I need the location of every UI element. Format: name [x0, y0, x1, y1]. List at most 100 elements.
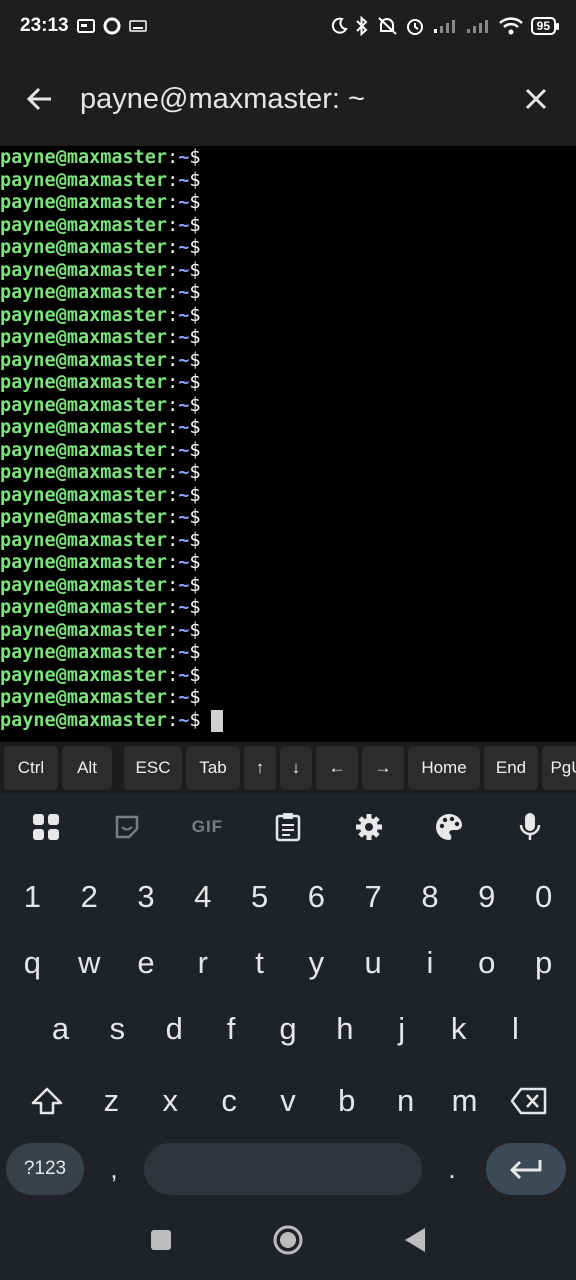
terminal-line: payne@maxmaster:~$: [0, 350, 576, 373]
key-u[interactable]: u: [349, 945, 397, 981]
extra-key-esc[interactable]: ESC: [124, 746, 182, 790]
backspace-icon: [510, 1087, 547, 1115]
key-i[interactable]: i: [406, 945, 454, 981]
prompt-dollar: $: [189, 282, 201, 303]
apps-grid-icon: [33, 814, 60, 840]
back-nav-button[interactable]: [404, 1227, 426, 1258]
key-f[interactable]: f: [207, 1011, 255, 1047]
settings-button[interactable]: [341, 812, 397, 842]
key-w[interactable]: w: [65, 945, 113, 981]
backspace-key[interactable]: [494, 1087, 564, 1115]
key-l[interactable]: l: [491, 1011, 539, 1047]
comma-key[interactable]: ,: [84, 1154, 144, 1185]
enter-icon: [510, 1160, 542, 1180]
battery-indicator: 95: [530, 17, 560, 35]
key-n[interactable]: n: [382, 1083, 430, 1119]
key-t[interactable]: t: [236, 945, 284, 981]
prompt-dollar: $: [189, 687, 201, 708]
keyboard-row-middle: asdfghjkl: [0, 992, 576, 1066]
prompt-path: ~: [178, 147, 190, 168]
theme-button[interactable]: [421, 812, 477, 842]
key-d[interactable]: d: [150, 1011, 198, 1047]
period-key[interactable]: .: [422, 1154, 482, 1185]
key-k[interactable]: k: [435, 1011, 483, 1047]
extra-key-pgu[interactable]: PgU: [542, 746, 576, 790]
key-o[interactable]: o: [463, 945, 511, 981]
home-button[interactable]: [272, 1224, 304, 1261]
extra-key-down[interactable]: ↓: [280, 746, 312, 790]
key-y[interactable]: y: [292, 945, 340, 981]
prompt-colon: :: [167, 237, 179, 258]
recents-button[interactable]: [150, 1229, 172, 1256]
record-icon: [103, 17, 121, 35]
key-b[interactable]: b: [323, 1083, 371, 1119]
terminal-line: payne@maxmaster:~$: [0, 620, 576, 643]
extra-key-ctrl[interactable]: Ctrl: [4, 746, 58, 790]
extra-key-end[interactable]: End: [484, 746, 538, 790]
key-5[interactable]: 5: [236, 879, 284, 915]
key-2[interactable]: 2: [65, 879, 113, 915]
terminal-line: payne@maxmaster:~$: [0, 395, 576, 418]
key-1[interactable]: 1: [8, 879, 56, 915]
key-8[interactable]: 8: [406, 879, 454, 915]
extra-key-left[interactable]: ←: [316, 746, 358, 790]
key-p[interactable]: p: [520, 945, 568, 981]
key-4[interactable]: 4: [179, 879, 227, 915]
extra-key-up[interactable]: ↑: [244, 746, 276, 790]
extra-key-tab[interactable]: Tab: [186, 746, 240, 790]
prompt-colon: :: [167, 147, 179, 168]
clipboard-button[interactable]: [260, 812, 316, 842]
prompt-path: ~: [178, 394, 190, 416]
symbols-key[interactable]: ?123: [6, 1143, 84, 1195]
dnd-moon-icon: [331, 17, 348, 34]
enter-key[interactable]: [486, 1143, 566, 1195]
prompt-dollar: $: [189, 574, 201, 596]
key-x[interactable]: x: [146, 1083, 194, 1119]
key-c[interactable]: c: [205, 1083, 253, 1119]
key-e[interactable]: e: [122, 945, 170, 981]
prompt-path: ~: [178, 327, 190, 348]
sticker-button[interactable]: [99, 813, 155, 841]
back-button[interactable]: [0, 85, 80, 113]
shift-key[interactable]: [12, 1086, 82, 1116]
key-h[interactable]: h: [321, 1011, 369, 1047]
key-m[interactable]: m: [440, 1083, 488, 1119]
prompt-user: payne@maxmaster: [0, 417, 168, 438]
extra-key-right[interactable]: →: [362, 746, 404, 790]
key-s[interactable]: s: [93, 1011, 141, 1047]
key-6[interactable]: 6: [292, 879, 340, 915]
apps-grid-button[interactable]: [18, 812, 74, 842]
key-7[interactable]: 7: [349, 879, 397, 915]
prompt-path: ~: [178, 237, 190, 258]
key-9[interactable]: 9: [463, 879, 511, 915]
prompt-path: ~: [178, 372, 190, 393]
key-a[interactable]: a: [36, 1011, 84, 1047]
key-v[interactable]: v: [264, 1083, 312, 1119]
prompt-user: payne@maxmaster: [0, 552, 168, 573]
key-r[interactable]: r: [179, 945, 227, 981]
prompt-user: payne@maxmaster: [0, 192, 168, 213]
prompt-dollar: $: [189, 372, 201, 393]
key-q[interactable]: q: [8, 945, 56, 981]
extra-key-alt[interactable]: Alt: [62, 746, 112, 790]
prompt-path: ~: [178, 214, 190, 236]
key-z[interactable]: z: [87, 1083, 135, 1119]
prompt-path: ~: [178, 484, 190, 506]
prompt-user: payne@maxmaster: [0, 574, 168, 596]
key-j[interactable]: j: [378, 1011, 426, 1047]
space-key[interactable]: [144, 1143, 422, 1195]
gif-button[interactable]: GIF: [179, 817, 235, 837]
prompt-colon: :: [167, 349, 179, 371]
voice-input-button[interactable]: [502, 811, 558, 843]
prompt-path: ~: [178, 282, 190, 303]
prompt-user: payne@maxmaster: [0, 619, 168, 641]
extra-key-home[interactable]: Home: [408, 746, 480, 790]
terminal-line: payne@maxmaster:~$: [0, 327, 576, 350]
terminal-output[interactable]: payne@maxmaster:~$ payne@maxmaster:~$ payn…: [0, 146, 576, 742]
screen-cast-icon: [76, 19, 95, 33]
prompt-dollar: $: [189, 304, 201, 326]
key-0[interactable]: 0: [520, 879, 568, 915]
close-button[interactable]: [496, 87, 576, 111]
key-3[interactable]: 3: [122, 879, 170, 915]
key-g[interactable]: g: [264, 1011, 312, 1047]
